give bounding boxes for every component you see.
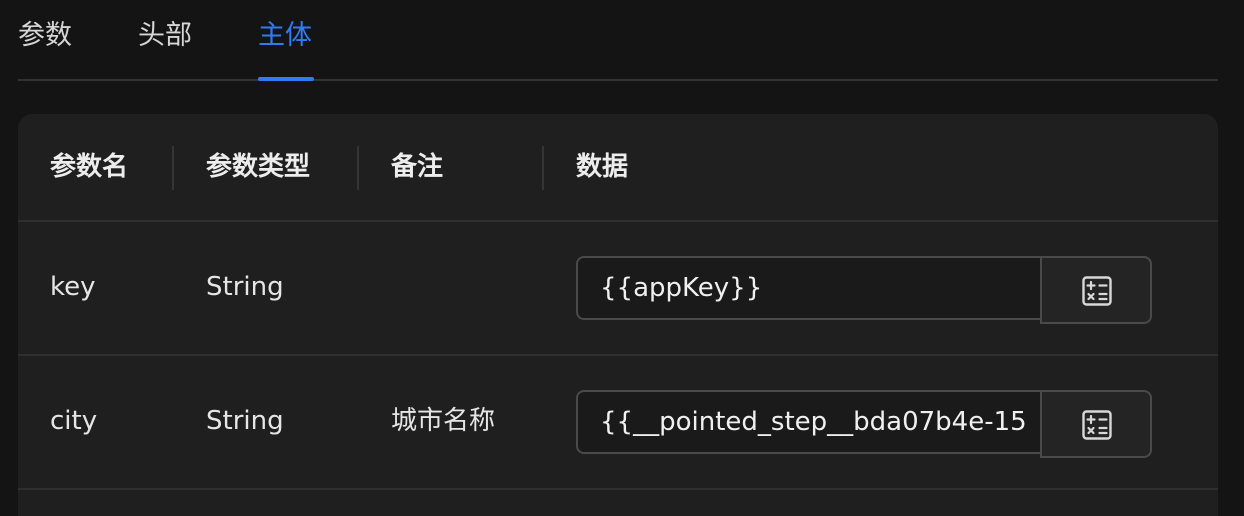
params-table: 参数名 参数类型 备注 数据 key String {{appKey}} cit… [18,114,1218,516]
expression-calculator-button[interactable] [1040,390,1152,458]
header-data: 数据 [576,152,629,182]
tab-bar: 参数 头部 主体 [18,0,1218,81]
param-type-cell: String [206,406,284,436]
table-row: city String 城市名称 {{__pointed_step__bda07… [18,356,1218,490]
tab-headers[interactable]: 头部 [138,18,192,54]
column-separator [542,146,544,190]
header-param-name: 参数名 [50,152,129,182]
tab-body[interactable]: 主体 [258,18,312,54]
column-separator [357,146,359,190]
expression-calculator-button[interactable] [1040,256,1152,324]
active-tab-indicator [258,77,314,81]
tab-params[interactable]: 参数 [18,18,72,54]
column-separator [172,146,174,190]
header-param-type: 参数类型 [206,152,311,182]
calculator-icon [1082,276,1112,306]
calculator-icon [1082,410,1112,440]
data-value-input[interactable]: {{appKey}} [576,256,1042,320]
param-name-cell: key [50,272,96,302]
table-row: key String {{appKey}} [18,222,1218,356]
param-name-cell: city [50,406,98,436]
header-note: 备注 [391,152,444,182]
data-value-input[interactable]: {{__pointed_step__bda07b4e-15 [576,390,1042,454]
note-cell: 城市名称 [391,406,496,436]
table-header: 参数名 参数类型 备注 数据 [18,114,1218,222]
param-type-cell: String [206,272,284,302]
